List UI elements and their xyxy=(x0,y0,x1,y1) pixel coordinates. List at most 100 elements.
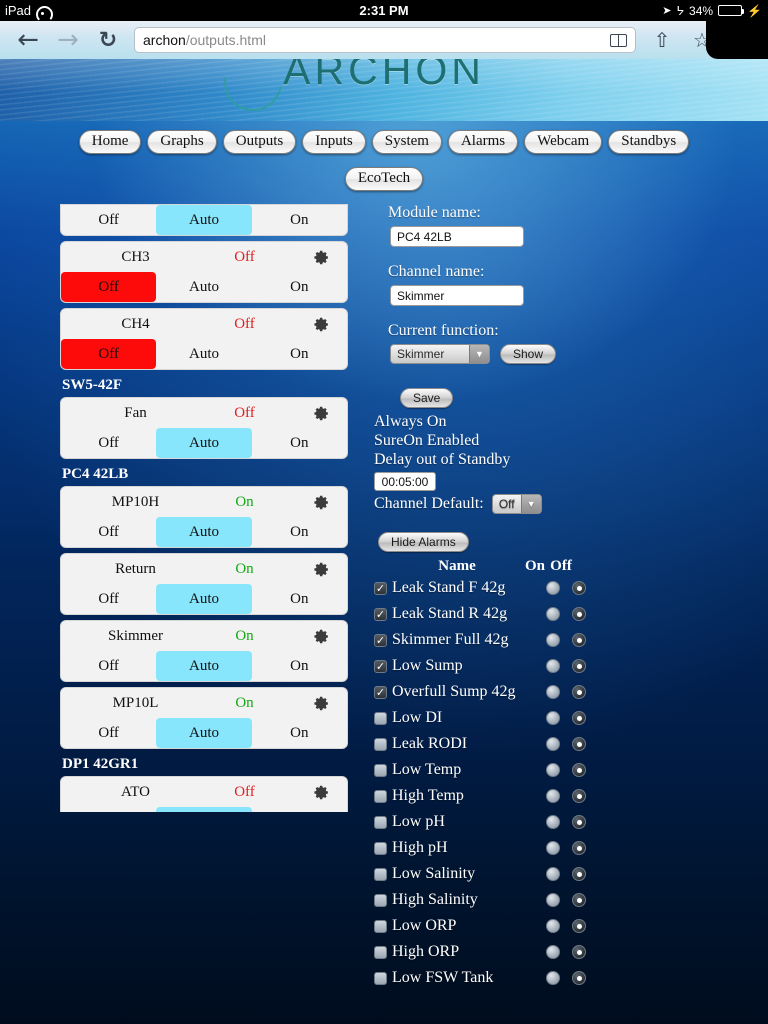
forward-arrow-icon[interactable]: → xyxy=(48,21,88,59)
module-name-input[interactable]: PC4 42LB xyxy=(390,226,524,247)
alarm-enable-checkbox[interactable] xyxy=(374,893,390,907)
alarm-enable-checkbox[interactable] xyxy=(374,789,390,803)
address-bar[interactable]: archon/outputs.html xyxy=(134,27,636,53)
alarm-off-radio[interactable] xyxy=(566,607,592,621)
channel-mode-off-button[interactable]: Off xyxy=(61,272,157,302)
channel-mode-on-button[interactable]: On xyxy=(252,718,347,748)
channel-mode-on-button[interactable]: On xyxy=(252,651,347,681)
nav-item-ecotech[interactable]: EcoTech xyxy=(344,167,424,191)
channel-default-select[interactable]: Off ▼ xyxy=(491,494,542,514)
alarm-on-radio[interactable] xyxy=(540,919,566,933)
alarm-on-radio[interactable] xyxy=(540,789,566,803)
alarm-off-radio[interactable] xyxy=(566,581,592,595)
channel-mode-auto-button[interactable]: Auto xyxy=(156,718,252,748)
channel-mode-off-button[interactable]: Off xyxy=(61,339,157,369)
reload-icon[interactable]: ↻ xyxy=(88,21,128,59)
alarm-enable-checkbox[interactable] xyxy=(374,815,390,829)
alarm-on-radio[interactable] xyxy=(540,763,566,777)
alarm-on-radio[interactable] xyxy=(540,711,566,725)
alarm-off-radio[interactable] xyxy=(566,737,592,751)
alarm-on-radio[interactable] xyxy=(540,815,566,829)
channel-mode-off-button[interactable]: Off xyxy=(61,651,156,681)
gear-icon[interactable] xyxy=(299,561,343,578)
alarm-on-radio[interactable] xyxy=(540,945,566,959)
alarm-off-radio[interactable] xyxy=(566,789,592,803)
channel-mode-auto-button[interactable]: Auto xyxy=(156,205,252,235)
current-function-select[interactable]: Skimmer ▼ xyxy=(390,344,490,364)
alarm-enable-checkbox[interactable] xyxy=(374,841,390,855)
gear-icon[interactable] xyxy=(299,249,343,266)
channel-mode-on-button[interactable]: On xyxy=(252,584,347,614)
reader-view-icon[interactable] xyxy=(610,33,627,47)
alarm-enable-checkbox[interactable] xyxy=(374,711,390,725)
channel-mode-off-button[interactable]: Off xyxy=(61,584,156,614)
alarm-off-radio[interactable] xyxy=(566,763,592,777)
gear-icon[interactable] xyxy=(299,494,343,511)
gear-icon[interactable] xyxy=(299,784,343,801)
alarm-enable-checkbox[interactable] xyxy=(374,945,390,959)
channel-name-input[interactable]: Skimmer xyxy=(390,285,524,306)
nav-item-alarms[interactable]: Alarms xyxy=(447,130,519,154)
alarm-enable-checkbox[interactable]: ✓ xyxy=(374,659,390,673)
alarm-enable-checkbox[interactable] xyxy=(374,971,390,985)
alarm-on-radio[interactable] xyxy=(540,867,566,881)
nav-item-inputs[interactable]: Inputs xyxy=(302,130,366,154)
channel-mode-on-button[interactable]: On xyxy=(252,272,347,302)
channel-mode-on-button[interactable]: On xyxy=(252,205,347,235)
alarm-enable-checkbox[interactable]: ✓ xyxy=(374,685,390,699)
nav-item-home[interactable]: Home xyxy=(78,130,142,154)
channel-mode-on-button[interactable]: On xyxy=(252,517,347,547)
nav-item-outputs[interactable]: Outputs xyxy=(222,130,297,154)
channel-mode-auto-button[interactable]: Auto xyxy=(156,428,252,458)
alarm-off-radio[interactable] xyxy=(566,711,592,725)
delay-out-of-standby-input[interactable]: 00:05:00 xyxy=(374,472,436,491)
hide-alarms-button[interactable]: Hide Alarms xyxy=(378,532,469,552)
channel-mode-off-button[interactable]: Off xyxy=(61,517,156,547)
alarm-off-radio[interactable] xyxy=(566,841,592,855)
alarm-on-radio[interactable] xyxy=(540,659,566,673)
alarm-off-radio[interactable] xyxy=(566,867,592,881)
alarm-off-radio[interactable] xyxy=(566,685,592,699)
alarm-enable-checkbox[interactable]: ✓ xyxy=(374,607,390,621)
alarm-off-radio[interactable] xyxy=(566,971,592,985)
alarm-enable-checkbox[interactable] xyxy=(374,867,390,881)
channel-mode-on-button[interactable]: On xyxy=(252,339,347,369)
alarm-on-radio[interactable] xyxy=(540,581,566,595)
alarm-off-radio[interactable] xyxy=(566,919,592,933)
gear-icon[interactable] xyxy=(299,695,343,712)
alarm-on-radio[interactable] xyxy=(540,841,566,855)
channel-mode-on-button[interactable]: On xyxy=(252,807,347,812)
gear-icon[interactable] xyxy=(299,316,343,333)
alarm-enable-checkbox[interactable] xyxy=(374,737,390,751)
alarm-off-radio[interactable] xyxy=(566,633,592,647)
alarm-off-radio[interactable] xyxy=(566,945,592,959)
nav-item-standbys[interactable]: Standbys xyxy=(608,130,690,154)
alarm-off-radio[interactable] xyxy=(566,893,592,907)
show-button[interactable]: Show xyxy=(500,344,557,364)
alarm-off-radio[interactable] xyxy=(566,815,592,829)
nav-item-webcam[interactable]: Webcam xyxy=(524,130,603,154)
channel-mode-auto-button[interactable]: Auto xyxy=(156,807,252,812)
share-icon[interactable]: ⇧ xyxy=(642,21,682,59)
alarm-on-radio[interactable] xyxy=(540,971,566,985)
back-arrow-icon[interactable]: ← xyxy=(8,21,48,59)
channel-mode-off-button[interactable]: Off xyxy=(61,807,156,812)
alarm-on-radio[interactable] xyxy=(540,607,566,621)
nav-item-graphs[interactable]: Graphs xyxy=(147,130,217,154)
channel-mode-auto-button[interactable]: Auto xyxy=(156,339,251,369)
channel-mode-auto-button[interactable]: Auto xyxy=(156,272,251,302)
channel-mode-off-button[interactable]: Off xyxy=(61,205,156,235)
alarm-on-radio[interactable] xyxy=(540,685,566,699)
alarm-enable-checkbox[interactable] xyxy=(374,919,390,933)
channel-mode-auto-button[interactable]: Auto xyxy=(156,584,252,614)
channel-mode-auto-button[interactable]: Auto xyxy=(156,651,252,681)
alarm-on-radio[interactable] xyxy=(540,633,566,647)
channel-mode-off-button[interactable]: Off xyxy=(61,428,156,458)
alarm-on-radio[interactable] xyxy=(540,737,566,751)
channel-mode-off-button[interactable]: Off xyxy=(61,718,156,748)
alarm-on-radio[interactable] xyxy=(540,893,566,907)
channel-mode-auto-button[interactable]: Auto xyxy=(156,517,252,547)
nav-item-system[interactable]: System xyxy=(371,130,442,154)
alarm-enable-checkbox[interactable]: ✓ xyxy=(374,633,390,647)
gear-icon[interactable] xyxy=(299,405,343,422)
